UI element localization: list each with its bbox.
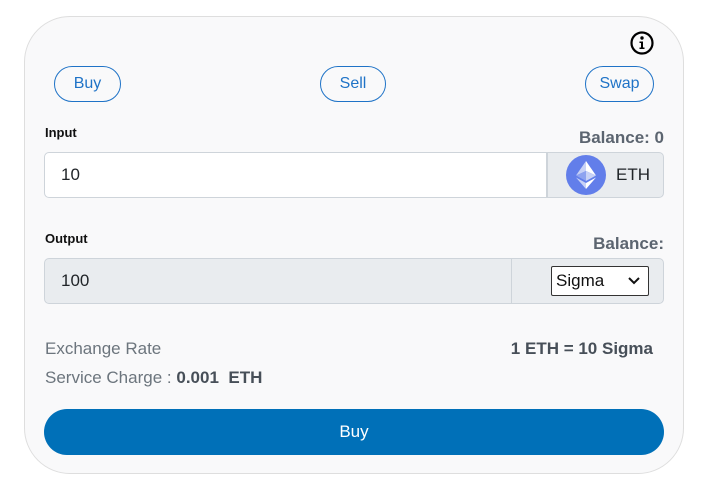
buy-button[interactable]: Buy [44,409,664,455]
info-icon[interactable] [630,31,654,55]
service-charge-amount: 0.001 [176,368,219,387]
exchange-rate-label: Exchange Rate [45,339,162,358]
tab-sell[interactable]: Sell [320,66,386,102]
output-token-selected: Sigma [556,271,605,290]
tab-swap[interactable]: Swap [585,66,654,102]
input-balance: Balance: 0 [578,128,664,147]
exchange-rate-value: 1 ETH = 10 Sigma [510,339,653,358]
output-label: Output [45,231,88,246]
chevron-down-icon [628,277,640,285]
input-token-addon: ETH [547,152,664,198]
output-token-select[interactable]: Sigma [551,266,649,296]
input-token-label: ETH [616,165,650,184]
output-balance: Balance: [593,234,664,253]
service-charge: Service Charge : 0.001 ETH [45,368,262,388]
service-charge-unit: ETH [228,368,263,387]
output-amount-field: 100 [44,258,512,304]
input-label: Input [45,125,77,140]
ethereum-icon [566,155,606,195]
tab-buy[interactable]: Buy [54,66,121,102]
service-charge-label: Service Charge : [45,368,172,387]
input-amount-field[interactable]: 10 [44,152,547,198]
output-token-addon: Sigma [511,258,664,304]
